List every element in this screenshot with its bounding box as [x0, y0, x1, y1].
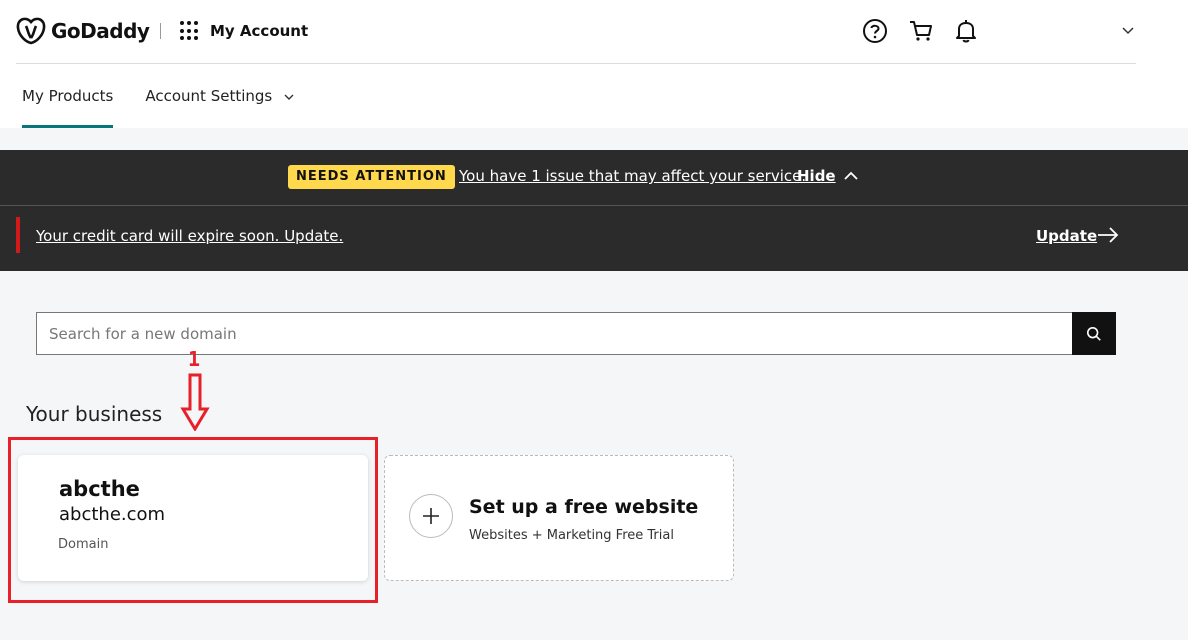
hide-button[interactable]: Hide — [797, 167, 836, 185]
tab-account-settings[interactable]: Account Settings — [145, 64, 295, 128]
business-domain: abcthe.com — [59, 504, 166, 525]
annotation-arrow-down-icon — [180, 373, 210, 431]
header-divider — [160, 23, 161, 39]
search-icon — [1086, 326, 1101, 341]
app-title: My Account — [210, 22, 309, 40]
business-card[interactable]: abcthe abcthe.com Domain — [18, 455, 368, 581]
plus-icon — [409, 494, 453, 538]
credit-card-expiry-link[interactable]: Your credit card will expire soon. Updat… — [36, 227, 343, 245]
notifications-button[interactable] — [953, 18, 979, 44]
account-menu-toggle[interactable] — [1120, 22, 1136, 38]
attention-banner: NEEDS ATTENTION You have 1 issue that ma… — [0, 150, 1188, 271]
chevron-down-icon — [284, 94, 294, 100]
alert-indicator — [16, 217, 20, 253]
tab-label: My Products — [22, 87, 114, 105]
update-button[interactable]: Update — [1036, 227, 1097, 245]
apps-menu-button[interactable]: My Account — [180, 21, 308, 41]
tab-my-products[interactable]: My Products — [22, 64, 114, 128]
header: GoDaddy My Account My Products Account S… — [0, 0, 1188, 128]
logo-text: GoDaddy — [51, 19, 150, 43]
chevron-up-icon[interactable] — [842, 167, 860, 185]
tab-label: Account Settings — [145, 87, 273, 105]
needs-attention-badge: NEEDS ATTENTION — [288, 165, 455, 189]
setup-website-card[interactable]: Set up a free website Websites + Marketi… — [384, 455, 734, 581]
godaddy-logo[interactable]: GoDaddy — [16, 17, 150, 45]
godaddy-logo-icon — [16, 17, 46, 45]
search-button[interactable] — [1072, 312, 1116, 355]
help-icon — [863, 19, 887, 43]
credit-card-alert: Your credit card will expire soon. Updat… — [0, 207, 1188, 271]
apps-grid-icon — [180, 21, 200, 41]
business-name: abcthe — [59, 477, 140, 501]
help-button[interactable] — [862, 18, 888, 44]
bell-icon — [956, 20, 976, 43]
attention-summary: NEEDS ATTENTION You have 1 issue that ma… — [0, 150, 1188, 206]
arrow-right-icon[interactable] — [1097, 225, 1119, 245]
chevron-down-icon — [1122, 27, 1134, 35]
annotation-step-number: 1 — [188, 347, 201, 371]
cart-button[interactable] — [908, 18, 934, 44]
product-type: Domain — [58, 537, 109, 552]
website-card-subtitle: Websites + Marketing Free Trial — [469, 528, 674, 543]
main-nav: My Products Account Settings — [22, 64, 327, 128]
top-bar: GoDaddy My Account — [16, 0, 1136, 64]
website-card-title: Set up a free website — [469, 496, 699, 518]
cart-icon — [910, 21, 932, 41]
section-title: Your business — [26, 402, 163, 426]
issue-summary-link[interactable]: You have 1 issue that may affect your se… — [459, 167, 806, 185]
